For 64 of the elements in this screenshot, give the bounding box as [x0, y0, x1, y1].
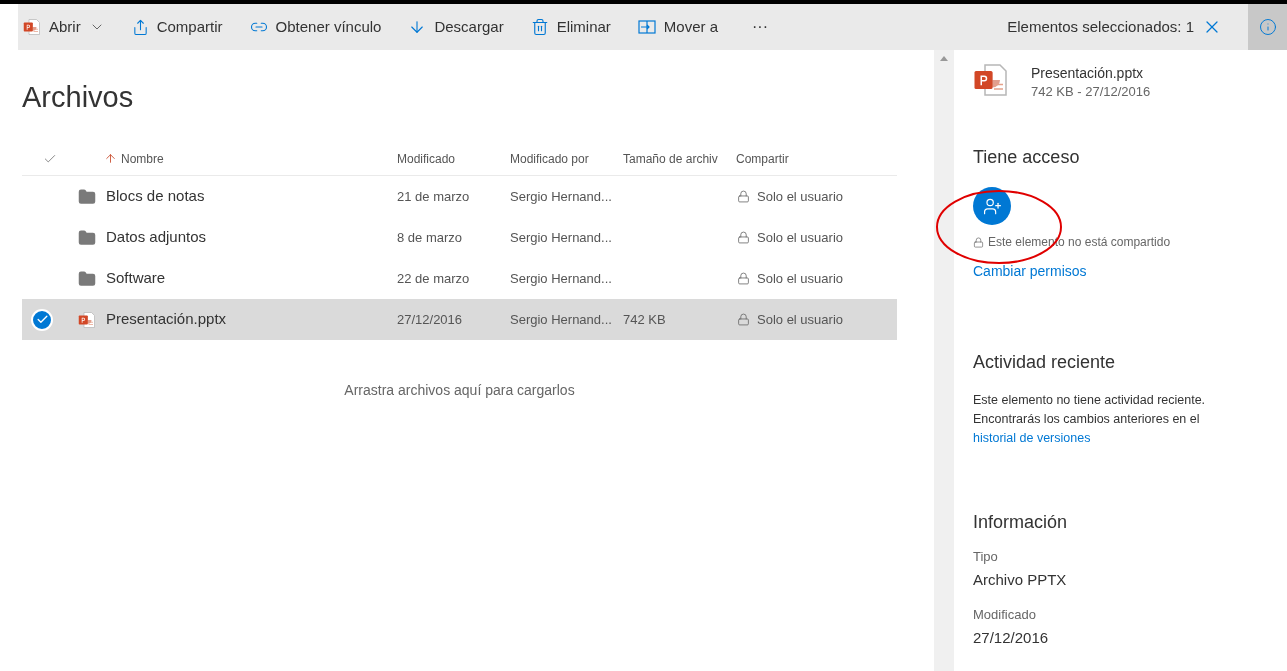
add-person-icon — [982, 196, 1002, 216]
toolbar-button[interactable]: Eliminar — [525, 4, 616, 50]
file-name[interactable]: Datos adjuntos — [106, 226, 207, 249]
toolbar-button[interactable]: Compartir — [126, 4, 228, 50]
trash-icon — [530, 18, 549, 36]
table-cell-text: Solo el usuario — [757, 187, 843, 206]
move-icon — [637, 20, 656, 34]
file-meta: 742 KB - 27/12/2016 — [1031, 83, 1151, 100]
table-cell: Sergio Hernand... — [510, 188, 612, 204]
table-cell: Sergio Hernand... — [510, 270, 612, 286]
table-cell-text: 22 de marzo — [397, 269, 471, 288]
field-label: Modificado — [973, 607, 1037, 623]
info-icon — [1258, 18, 1277, 36]
section-heading: Información — [973, 513, 1069, 531]
section-heading: Actividad reciente — [973, 353, 1117, 371]
column-header[interactable]: Nombre — [104, 149, 164, 168]
table-cell-text: 8 de marzo — [397, 228, 464, 247]
table-cell-text: Solo el usuario — [757, 228, 843, 247]
folder-icon — [78, 228, 96, 247]
lock-icon — [737, 272, 750, 285]
share-icon — [131, 18, 149, 36]
file-name[interactable]: Presentación.pptx — [106, 308, 227, 331]
page-title: Archivos — [22, 83, 135, 112]
presentation-icon — [23, 18, 41, 36]
selection-count: Elementos seleccionados: 1 — [1007, 16, 1194, 37]
checked-icon[interactable] — [31, 308, 53, 331]
field-value: 27/12/2016 — [973, 629, 1050, 647]
more-button[interactable]: ··· — [744, 4, 776, 50]
table-cell-text: Solo el usuario — [757, 310, 843, 329]
file-name[interactable]: Software — [106, 267, 166, 290]
add-person-button[interactable] — [973, 187, 1011, 225]
column-header[interactable]: Modificado — [397, 149, 456, 168]
toolbar-button[interactable]: Descargar — [403, 4, 509, 50]
table-cell-text: 21 de marzo — [397, 187, 471, 206]
presentation-file-icon — [78, 310, 96, 329]
toolbar-button[interactable]: Abrir — [18, 4, 110, 50]
change-permissions-link[interactable]: Cambiar permisos — [973, 261, 1087, 282]
lock-icon — [737, 231, 750, 244]
field-label: Tipo — [973, 549, 999, 565]
table-cell: 742 KB — [623, 311, 666, 327]
activity-text: Este elemento no tiene actividad reciente. Encontrarás los cambios anteriores en el historial de versiones — [973, 392, 1207, 447]
scroll-up-icon[interactable] — [940, 56, 948, 61]
table-cell: Sergio Hernand... — [510, 229, 612, 245]
lock-icon — [973, 236, 984, 248]
table-cell-text: 27/12/2016 — [397, 310, 464, 329]
column-header[interactable]: Modificado por — [510, 149, 589, 168]
table-cell: Sergio Hernand... — [510, 311, 612, 327]
folder-icon — [78, 269, 96, 288]
version-history-link[interactable]: historial de versiones — [973, 431, 1091, 445]
toolbar-button[interactable]: Obtener vínculo — [244, 4, 387, 50]
table-cell-text: Solo el usuario — [757, 269, 843, 288]
field-value: Archivo PPTX — [973, 571, 1068, 589]
drop-hint: Arrastra archivos aquí para cargarlos — [344, 381, 575, 400]
column-header[interactable]: Compartir — [736, 149, 789, 168]
file-row[interactable]: Presentación.pptx 27/12/2016 Sergio Hernand... 742 KB Solo el usuario — [22, 299, 897, 340]
file-name: Presentación.pptx — [1031, 64, 1145, 83]
toolbar-button[interactable]: Mover a — [632, 4, 723, 50]
lock-icon — [737, 190, 750, 203]
section-heading: Tiene acceso — [973, 148, 1081, 166]
file-name[interactable]: Blocs de notas — [106, 185, 205, 208]
folder-icon — [78, 187, 96, 206]
column-header[interactable]: Tamaño de archiv — [623, 149, 718, 168]
presentation-file-icon — [973, 62, 1009, 98]
lock-icon — [737, 313, 750, 326]
